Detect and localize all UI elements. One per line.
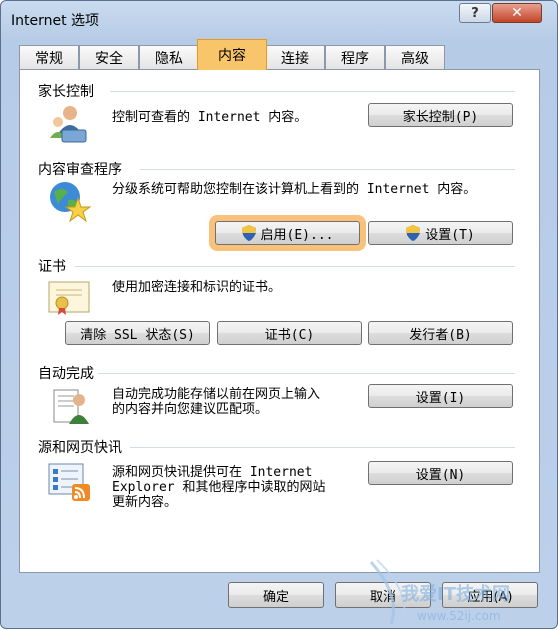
parental-controls-title: 家长控制 <box>38 84 94 100</box>
divider <box>130 447 515 448</box>
divider <box>140 169 515 170</box>
enable-button-label: 启用(E)... <box>260 227 334 243</box>
autocomplete-description-line1: 自动完成功能存储以前在网页上输入 <box>112 387 321 402</box>
certificates-button[interactable]: 证书(C) <box>217 321 362 345</box>
enable-content-advisor-button[interactable]: 启用(E)... <box>215 221 360 245</box>
close-button[interactable]: ✕ <box>492 3 542 23</box>
autocomplete-description-line2: 的内容并向您建议匹配项。 <box>112 402 269 417</box>
cancel-button[interactable]: 取消 <box>335 582 431 608</box>
tab-content[interactable]: 内容 <box>197 39 267 70</box>
content-tab-panel: 家长控制 控制可查看的 Internet 内容。 家长控制(P) 内容审查程序 … <box>19 69 540 573</box>
tab-general[interactable]: 常规 <box>19 45 79 69</box>
apply-button[interactable]: 应用(A) <box>442 582 538 608</box>
feeds-description-line2: Explorer 和其他程序中读取的网站 <box>112 480 326 495</box>
parental-controls-description: 控制可查看的 Internet 内容。 <box>112 110 308 125</box>
content-advisor-title: 内容审查程序 <box>38 162 122 178</box>
content-advisor-settings-button[interactable]: 设置(T) <box>368 221 513 245</box>
feeds-settings-button[interactable]: 设置(N) <box>368 461 513 485</box>
content-advisor-description: 分级系统可帮助您控制在该计算机上看到的 Internet 内容。 <box>112 182 477 197</box>
help-button[interactable]: ? <box>459 3 491 23</box>
clear-ssl-state-button[interactable]: 清除 SSL 状态(S) <box>65 321 210 345</box>
uac-shield-icon <box>241 225 256 241</box>
divider <box>75 266 515 267</box>
autocomplete-title: 自动完成 <box>38 366 94 382</box>
autocomplete-icon <box>53 389 89 424</box>
watermark-url: www.52ij.com <box>417 609 501 623</box>
tab-privacy[interactable]: 隐私 <box>139 45 199 69</box>
autocomplete-settings-button[interactable]: 设置(I) <box>368 384 513 408</box>
divider <box>110 91 515 92</box>
certificates-description: 使用加密连接和标识的证书。 <box>112 280 282 295</box>
feeds-title: 源和网页快讯 <box>38 440 122 456</box>
divider <box>98 373 515 374</box>
window-title: Internet 选项 <box>11 13 100 29</box>
publishers-button[interactable]: 发行者(B) <box>368 321 513 345</box>
content-advisor-icon <box>50 182 92 222</box>
tab-connections[interactable]: 连接 <box>265 45 325 69</box>
tab-programs[interactable]: 程序 <box>325 45 385 69</box>
certificates-title: 证书 <box>38 259 66 275</box>
internet-options-dialog: Internet 选项 ? ✕ 常规 安全 隐私 内容 连接 程序 高级 家长控… <box>0 0 558 629</box>
title-bar[interactable]: Internet 选项 ? ✕ <box>1 1 557 35</box>
tab-security[interactable]: 安全 <box>79 45 139 69</box>
tab-advanced[interactable]: 高级 <box>385 45 445 69</box>
feeds-icon <box>48 463 90 501</box>
certificate-icon <box>48 281 90 315</box>
feeds-description-line1: 源和网页快讯提供可在 Internet <box>112 465 313 480</box>
parental-controls-button[interactable]: 家长控制(P) <box>368 103 513 127</box>
feeds-description-line3: 更新内容。 <box>112 495 178 510</box>
settings-button-label: 设置(T) <box>425 227 475 243</box>
ok-button[interactable]: 确定 <box>228 582 324 608</box>
parental-controls-icon <box>50 106 87 143</box>
uac-shield-icon <box>406 225 421 241</box>
